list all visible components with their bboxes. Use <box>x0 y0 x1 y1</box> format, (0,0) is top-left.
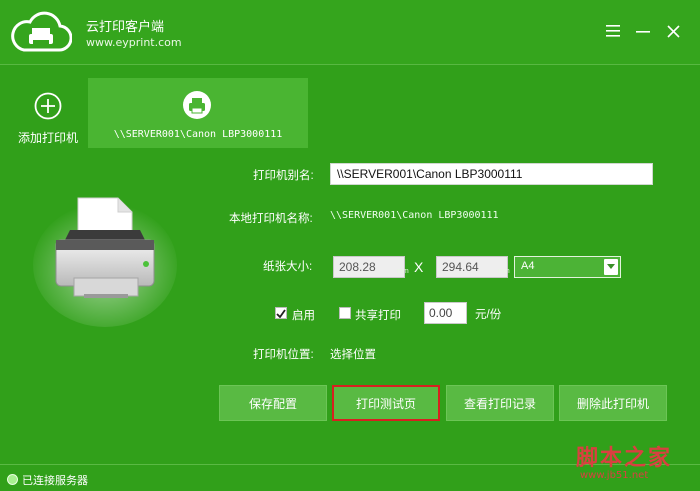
alias-label: 打印机别名: <box>253 170 314 182</box>
share-label: 共享打印 <box>355 310 401 322</box>
paper-size-select[interactable]: A4 <box>514 256 621 278</box>
add-printer-tab[interactable]: 添加打印机 <box>8 88 88 148</box>
price-input[interactable]: 0.00 <box>424 302 467 324</box>
alias-input[interactable]: \\SERVER001\Canon LBP3000111 <box>330 163 653 185</box>
local-name-value: \\SERVER001\Canon LBP3000111 <box>330 210 499 221</box>
enable-checkbox[interactable] <box>275 307 287 319</box>
add-printer-label: 添加打印机 <box>17 131 78 145</box>
printer-tab-selected[interactable]: \\SERVER001\Canon LBP3000111 <box>88 78 308 148</box>
printer-tab-label: \\SERVER001\Canon LBP3000111 <box>113 129 283 140</box>
price-unit: 元/份 <box>475 309 502 321</box>
view-print-records-button[interactable]: 查看打印记录 <box>446 385 554 421</box>
menu-button[interactable] <box>604 22 622 40</box>
close-button[interactable] <box>664 22 682 40</box>
paper-size-label: 纸张大小: <box>263 261 313 273</box>
location-label: 打印机位置: <box>253 349 314 361</box>
title-bar: 云打印客户端 www.eyprint.com <box>0 0 700 64</box>
local-name-label: 本地打印机名称: <box>229 213 313 225</box>
title-divider <box>0 64 700 65</box>
watermark-url: www.jb51.net <box>580 470 649 481</box>
print-test-page-button[interactable]: 打印测试页 <box>332 385 440 421</box>
delete-printer-button[interactable]: 删除此打印机 <box>559 385 667 421</box>
times-sign: X <box>414 259 424 275</box>
connected-status-icon <box>7 474 18 485</box>
add-circle-icon <box>34 92 62 120</box>
printer-illustration-icon <box>33 197 177 327</box>
minimize-button[interactable] <box>634 22 652 40</box>
printer-circle-icon <box>183 91 211 119</box>
check-icon <box>276 308 286 318</box>
app-title: 云打印客户端 <box>86 19 165 34</box>
watermark-text: 脚本之家 <box>576 445 673 471</box>
height-unit: mm <box>498 268 510 275</box>
enable-label: 启用 <box>292 310 315 322</box>
chevron-down-icon[interactable] <box>604 259 618 275</box>
status-text: 已连接服务器 <box>22 475 88 487</box>
paper-size-selected: A4 <box>521 260 535 272</box>
select-location-link[interactable]: 选择位置 <box>330 346 376 362</box>
watermark: 脚本之家 www.jb51.net <box>572 440 694 488</box>
minimize-icon <box>636 31 650 33</box>
app-site: www.eyprint.com <box>86 36 182 49</box>
app-window: 云打印客户端 www.eyprint.com 添加打印机 \\SERVER001… <box>0 0 700 491</box>
close-icon <box>666 24 680 38</box>
paper-width-input[interactable]: 208.28 <box>333 256 405 278</box>
width-unit: mm <box>397 268 409 275</box>
save-config-button[interactable]: 保存配置 <box>219 385 327 421</box>
share-checkbox[interactable] <box>339 307 351 319</box>
hamburger-icon <box>606 25 620 37</box>
cloud-printer-logo-icon <box>11 11 72 52</box>
